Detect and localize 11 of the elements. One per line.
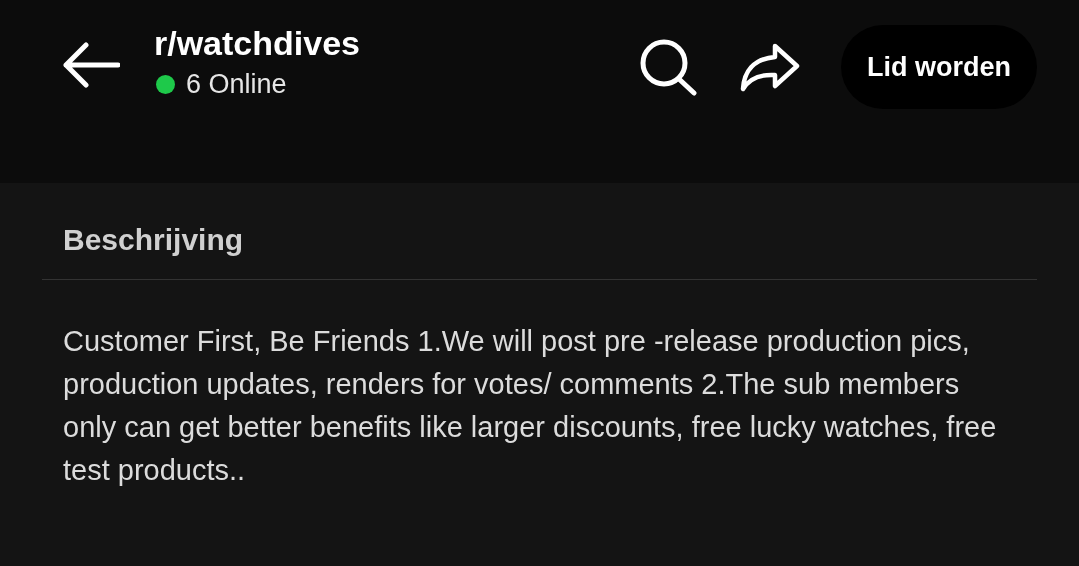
- search-icon: [639, 38, 699, 96]
- join-button[interactable]: Lid worden: [841, 25, 1037, 109]
- back-button[interactable]: [62, 42, 120, 88]
- share-arrow-icon: [739, 42, 801, 92]
- description-text: Customer First, Be Friends 1.We will post pre -release production pics, production updates, renders for votes/ comments 2.The sub members only can get better benefits like larger discounts, free lucky watches, free test products..: [62, 324, 998, 488]
- share-button[interactable]: [739, 42, 801, 92]
- back-arrow-icon: [62, 42, 120, 88]
- online-count: 6 Online: [186, 69, 287, 100]
- section-heading: Beschrijving: [42, 183, 1037, 280]
- subreddit-title: r/watchdives: [154, 24, 360, 63]
- search-button[interactable]: [639, 38, 699, 96]
